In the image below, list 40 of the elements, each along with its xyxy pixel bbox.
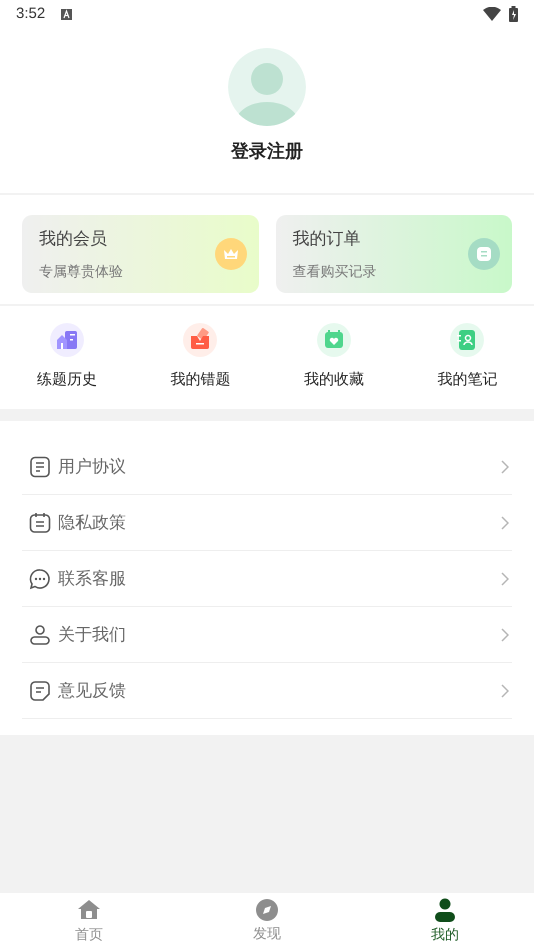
wifi-icon xyxy=(483,7,501,21)
chat-bubble-icon xyxy=(29,568,51,590)
clipboard-icon xyxy=(29,512,51,534)
document-icon xyxy=(29,456,51,478)
card-subtitle: 查看购买记录 xyxy=(292,262,378,281)
tray-icon xyxy=(183,323,218,358)
menu-item[interactable]: 关于我们 xyxy=(22,607,512,663)
shortcut-item[interactable]: 我的错题 xyxy=(134,323,267,392)
battery-icon xyxy=(509,6,518,22)
feature-card[interactable]: 我的订单 查看购买记录 xyxy=(276,215,512,293)
chevron-right-icon xyxy=(501,684,509,698)
status-time: 3:52 xyxy=(16,4,46,24)
person-icon xyxy=(434,898,456,922)
contact-book-icon xyxy=(450,323,484,358)
compass-icon xyxy=(256,899,278,921)
avatar-icon xyxy=(228,48,306,126)
chevron-right-icon xyxy=(501,460,509,474)
feature-card[interactable]: 我的会员 专属尊贵体验 xyxy=(22,215,258,293)
login-register-link[interactable]: 登录注册 xyxy=(231,138,303,165)
person-icon xyxy=(29,624,51,646)
buildings-icon xyxy=(50,323,84,358)
keyboard-a-icon xyxy=(61,8,72,20)
home-icon xyxy=(77,898,101,922)
chevron-right-icon xyxy=(501,628,509,642)
shortcut-item[interactable]: 练题历史 xyxy=(0,323,134,392)
card-title: 我的订单 xyxy=(292,228,362,250)
card-title: 我的会员 xyxy=(39,228,108,250)
card-subtitle: 专属尊贵体验 xyxy=(39,262,124,281)
shortcut-item[interactable]: 我的收藏 xyxy=(267,323,400,392)
menu-item[interactable]: 联系客服 xyxy=(22,551,512,607)
menu-item[interactable]: 意见反馈 xyxy=(22,663,512,719)
document-icon xyxy=(468,238,500,270)
crown-icon xyxy=(214,238,246,270)
chevron-right-icon xyxy=(501,516,509,530)
shortcut-item[interactable]: 我的笔记 xyxy=(400,323,534,392)
chevron-right-icon xyxy=(501,572,509,586)
menu-item[interactable]: 隐私政策 xyxy=(22,495,512,551)
menu-item[interactable]: 用户协议 xyxy=(22,439,512,495)
tab-bar-item[interactable]: 我的 xyxy=(356,893,534,950)
note-icon xyxy=(29,680,51,702)
